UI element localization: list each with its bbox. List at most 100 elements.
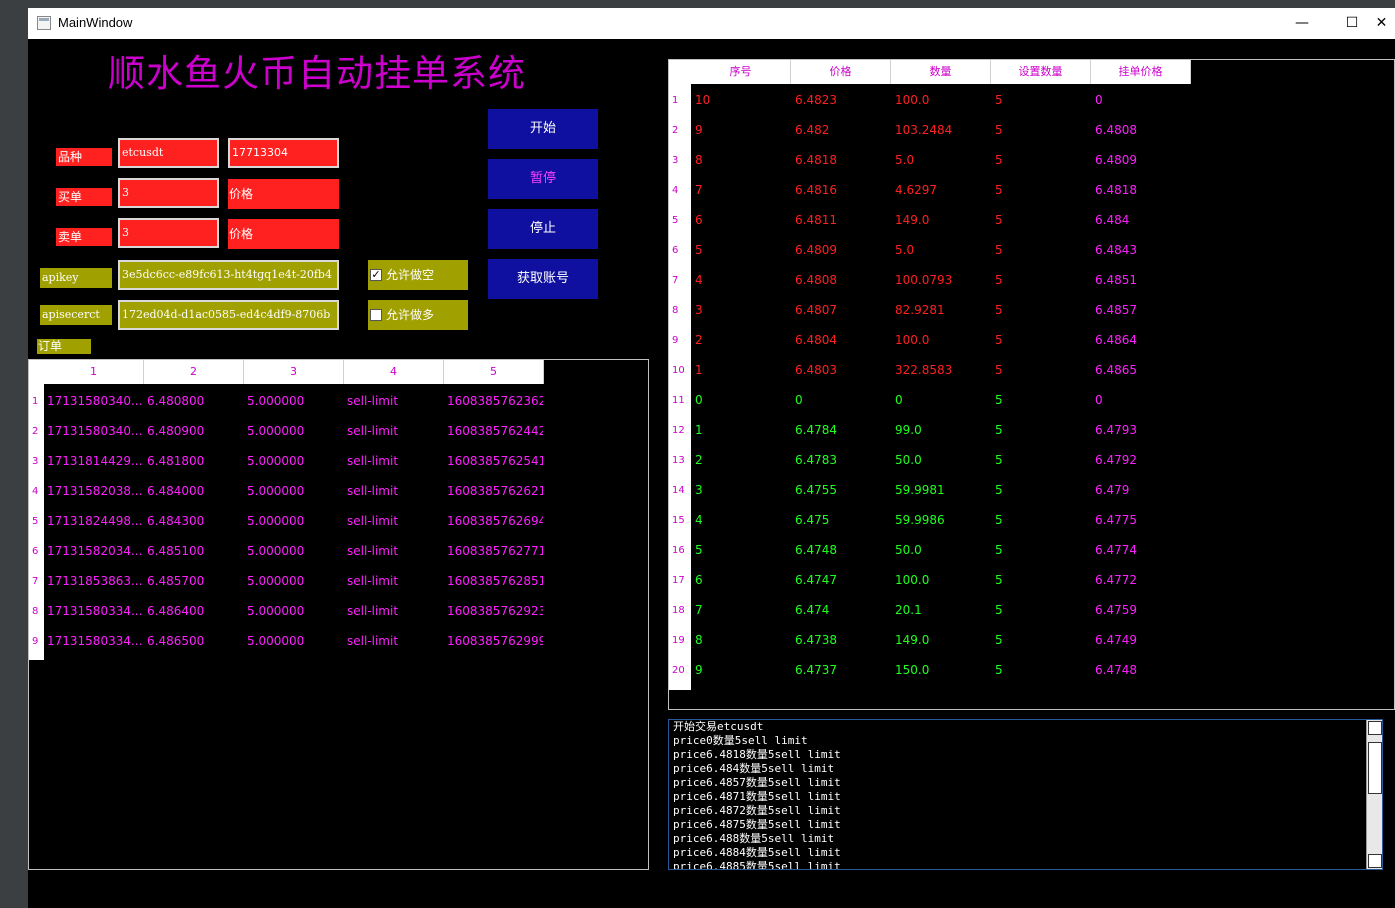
depth-cell[interactable]: 6.4738: [795, 633, 889, 647]
minimize-button[interactable]: —: [1279, 8, 1325, 39]
depth-cell[interactable]: 5: [995, 123, 1089, 137]
orders-cell[interactable]: sell-limit: [347, 484, 443, 498]
depth-cell[interactable]: 6.4807: [795, 303, 889, 317]
orders-cell[interactable]: 5.000000: [247, 484, 343, 498]
scroll-up-button[interactable]: [1368, 721, 1382, 735]
depth-cell[interactable]: 5: [995, 393, 1089, 407]
depth-cell[interactable]: 50.0: [895, 453, 989, 467]
depth-cell[interactable]: 5: [995, 423, 1089, 437]
orders-cell[interactable]: 5.000000: [247, 574, 343, 588]
orders-cell[interactable]: 5.000000: [247, 634, 343, 648]
orders-cell[interactable]: 6.486500: [147, 634, 243, 648]
start-button[interactable]: 开始: [488, 109, 598, 149]
orders-cell[interactable]: 5.000000: [247, 424, 343, 438]
depth-cell[interactable]: 100.0: [895, 333, 989, 347]
orders-cell[interactable]: 1608385762694: [447, 514, 543, 528]
depth-cell[interactable]: 5: [995, 543, 1089, 557]
depth-cell[interactable]: 6.4809: [795, 243, 889, 257]
depth-cell[interactable]: 0: [695, 393, 789, 407]
depth-cell[interactable]: 6.479: [1095, 483, 1189, 497]
orders-cell[interactable]: 17131824498...: [47, 514, 143, 528]
depth-cell[interactable]: 6.4808: [1095, 123, 1189, 137]
depth-cell[interactable]: 5: [995, 573, 1089, 587]
orders-cell[interactable]: sell-limit: [347, 514, 443, 528]
depth-cell[interactable]: 5: [995, 513, 1089, 527]
buy-price-input[interactable]: 价格: [228, 179, 339, 209]
orders-cell[interactable]: 17131582038...: [47, 484, 143, 498]
orders-cell[interactable]: 6.480900: [147, 424, 243, 438]
depth-cell[interactable]: 4.6297: [895, 183, 989, 197]
depth-cell[interactable]: 0: [895, 393, 989, 407]
depth-cell[interactable]: 6.4749: [1095, 633, 1189, 647]
depth-cell[interactable]: 59.9981: [895, 483, 989, 497]
pause-button[interactable]: 暂停: [488, 159, 598, 199]
orders-cell[interactable]: 1608385762771: [447, 544, 543, 558]
depth-cell[interactable]: 6: [695, 573, 789, 587]
log-output[interactable]: 开始交易etcusdt price0数量5sell limit price6.481…: [668, 719, 1383, 870]
depth-cell[interactable]: 9: [695, 123, 789, 137]
allow-long-check-icon[interactable]: [370, 309, 382, 321]
depth-cell[interactable]: 8: [695, 153, 789, 167]
allow-short-check-icon[interactable]: ✓: [370, 269, 382, 281]
depth-cell[interactable]: 6.4843: [1095, 243, 1189, 257]
orders-cell[interactable]: 17131580334...: [47, 634, 143, 648]
orders-cell[interactable]: 5.000000: [247, 454, 343, 468]
depth-cell[interactable]: 6.4803: [795, 363, 889, 377]
orders-cell[interactable]: 1608385762541: [447, 454, 543, 468]
symbol-input[interactable]: etcusdt: [118, 138, 219, 168]
depth-cell[interactable]: 6.4823: [795, 93, 889, 107]
depth-cell[interactable]: 5: [995, 153, 1089, 167]
depth-cell[interactable]: 5: [695, 543, 789, 557]
orders-cell[interactable]: 17131582034...: [47, 544, 143, 558]
depth-cell[interactable]: 6.4851: [1095, 273, 1189, 287]
depth-cell[interactable]: 0: [1095, 393, 1189, 407]
depth-cell[interactable]: 20.1: [895, 603, 989, 617]
orders-cell[interactable]: 1608385762362: [447, 394, 543, 408]
depth-cell[interactable]: 0: [795, 393, 889, 407]
depth-cell[interactable]: 6.4759: [1095, 603, 1189, 617]
depth-cell[interactable]: 6.4775: [1095, 513, 1189, 527]
depth-cell[interactable]: 6.4808: [795, 273, 889, 287]
orders-cell[interactable]: sell-limit: [347, 604, 443, 618]
depth-cell[interactable]: 0: [1095, 93, 1189, 107]
depth-cell[interactable]: 59.9986: [895, 513, 989, 527]
orders-cell[interactable]: 5.000000: [247, 394, 343, 408]
depth-cell[interactable]: 149.0: [895, 633, 989, 647]
orders-cell[interactable]: sell-limit: [347, 454, 443, 468]
depth-cell[interactable]: 8: [695, 633, 789, 647]
orders-cell[interactable]: 1608385762621: [447, 484, 543, 498]
depth-cell[interactable]: 3: [695, 303, 789, 317]
orders-cell[interactable]: 5.000000: [247, 544, 343, 558]
depth-cell[interactable]: 100.0: [895, 573, 989, 587]
scroll-down-button[interactable]: [1368, 854, 1382, 868]
depth-cell[interactable]: 6.4774: [1095, 543, 1189, 557]
orders-cell[interactable]: 5.000000: [247, 604, 343, 618]
orders-cell[interactable]: 17131580340...: [47, 424, 143, 438]
depth-cell[interactable]: 6.4804: [795, 333, 889, 347]
orders-cell[interactable]: sell-limit: [347, 544, 443, 558]
get-account-button[interactable]: 获取账号: [488, 259, 598, 299]
depth-cell[interactable]: 6.4809: [1095, 153, 1189, 167]
orders-column-header[interactable]: 5: [444, 360, 544, 384]
depth-cell[interactable]: 103.2484: [895, 123, 989, 137]
depth-cell[interactable]: 6.4784: [795, 423, 889, 437]
apikey-input[interactable]: 3e5dc6cc-e89fc613-ht4tgq1e4t-20fb4: [118, 260, 339, 290]
depth-cell[interactable]: 6: [695, 213, 789, 227]
depth-cell[interactable]: 82.9281: [895, 303, 989, 317]
depth-cell[interactable]: 6.4772: [1095, 573, 1189, 587]
depth-cell[interactable]: 6.4792: [1095, 453, 1189, 467]
depth-cell[interactable]: 5: [995, 453, 1089, 467]
depth-cell[interactable]: 6.474: [795, 603, 889, 617]
depth-cell[interactable]: 6.4783: [795, 453, 889, 467]
orders-cell[interactable]: 6.481800: [147, 454, 243, 468]
orders-column-header[interactable]: 2: [144, 360, 244, 384]
orders-column-header[interactable]: 1: [44, 360, 144, 384]
orders-cell[interactable]: 6.485700: [147, 574, 243, 588]
depth-cell[interactable]: 5: [995, 363, 1089, 377]
orders-cell[interactable]: 6.485100: [147, 544, 243, 558]
depth-cell[interactable]: 5: [695, 243, 789, 257]
allow-short-checkbox[interactable]: ✓ 允许做空: [368, 260, 468, 290]
title-bar[interactable]: MainWindow — ☐ ✕: [28, 8, 1395, 39]
depth-table[interactable]: 序号 价格 数量 设置数量 挂单价格 1 10 6.4823 100.0 5 0 2 9 6.482 103…: [668, 59, 1395, 710]
depth-cell[interactable]: 5.0: [895, 153, 989, 167]
